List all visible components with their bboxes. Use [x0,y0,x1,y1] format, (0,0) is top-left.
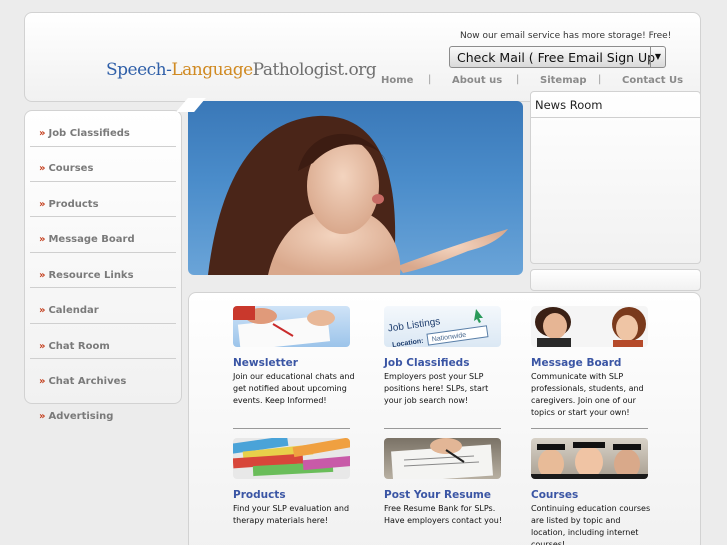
feature-divider [531,428,648,429]
nav-home-link[interactable]: Home [381,75,413,86]
bullet-icon: » [39,199,46,210]
email-select-value: Check Mail ( Free Email Sign Up [457,50,656,65]
sidebar-item-resource-links[interactable]: » Resource Links [39,270,134,281]
news-room-footer-panel [530,269,701,291]
sidebar-item-label: Job Classifieds [48,128,130,139]
job-classifieds-title-link[interactable]: Job Classifieds [384,357,469,369]
job-listings-image[interactable]: Job Listings Location: Nationwide [384,306,501,347]
job-listings-illustration: Job Listings Location: Nationwide [387,309,489,347]
sidebar-item-label: Courses [48,163,94,174]
sidebar-divider [30,287,176,288]
bullet-icon: » [39,341,46,352]
job-listings-location-label: Location: [392,338,424,347]
sidebar-divider [30,146,176,147]
logo-part-speech: Speech- [106,60,172,80]
sidebar-item-label: Message Board [48,234,135,245]
hero-woman-illustration [208,115,508,275]
sidebar-divider [30,358,176,359]
newsletter-title-link[interactable]: Newsletter [233,357,298,369]
bullet-icon: » [39,163,46,174]
news-room-title: News Room [535,98,603,112]
sidebar-item-label: Advertising [48,411,114,422]
hero-image [188,101,523,275]
newsletter-image[interactable] [233,306,350,347]
email-promo-text: Now our email service has more storage! … [460,31,672,41]
sidebar-item-label: Resource Links [48,270,134,281]
products-description: Find your SLP evaluation and therapy mat… [233,504,350,525]
sidebar-divider [30,252,176,253]
products-image[interactable] [233,438,350,479]
feature-divider [384,428,501,429]
message-board-title-link[interactable]: Message Board [531,357,621,369]
nav-about-link[interactable]: About us [452,75,502,86]
sidebar-item-job-classifieds[interactable]: » Job Classifieds [39,128,130,139]
sidebar-item-chat-room[interactable]: » Chat Room [39,341,110,352]
courses-illustration [531,442,648,479]
job-classifieds-description: Employers post your SLP positions here! … [384,372,489,405]
sidebar-item-label: Chat Room [48,341,110,352]
bullet-icon: » [39,270,46,281]
bullet-icon: » [39,376,46,387]
sidebar-divider [30,323,176,324]
bullet-icon: » [39,128,46,139]
courses-image[interactable] [531,438,648,479]
message-board-description: Communicate with SLP professionals, stud… [531,372,644,417]
bullet-icon: » [39,305,46,316]
nav-sitemap-link[interactable]: Sitemap [540,75,587,86]
newsletter-description: Join our educational chats and get notif… [233,372,355,405]
message-board-image[interactable] [531,306,648,347]
courses-title-link[interactable]: Courses [531,489,578,501]
news-room-divider [531,117,700,118]
sidebar-item-label: Chat Archives [48,376,127,387]
sidebar-item-label: Calendar [48,305,99,316]
sidebar-item-products[interactable]: » Products [39,199,99,210]
email-select[interactable]: Check Mail ( Free Email Sign Up ▼ [449,46,666,68]
post-resume-title-link[interactable]: Post Your Resume [384,489,491,501]
message-board-illustration [535,307,646,347]
bullet-icon: » [39,411,46,422]
newsletter-illustration [233,306,335,347]
chevron-down-icon[interactable]: ▼ [650,47,665,67]
products-illustration [233,438,350,477]
sidebar-item-message-board[interactable]: » Message Board [39,234,135,245]
job-listings-heading: Job Listings [387,316,441,334]
resume-illustration [391,438,493,479]
bullet-icon: » [39,234,46,245]
nav-separator: | [598,74,602,85]
nav-separator: | [516,74,520,85]
courses-description: Continuing education courses are listed … [531,504,651,545]
logo-part-pathologist: Pathologist.org [252,60,377,80]
feature-divider [233,428,350,429]
sidebar-item-chat-archives[interactable]: » Chat Archives [39,376,126,387]
nav-separator: | [428,74,432,85]
sidebar-item-calendar[interactable]: » Calendar [39,305,99,316]
sidebar-item-advertising[interactable]: » Advertising [39,411,113,422]
post-resume-description: Free Resume Bank for SLPs. Have employer… [384,504,503,525]
products-title-link[interactable]: Products [233,489,286,501]
header-panel: Speech-LanguagePathologist.org Now our e… [24,12,701,102]
site-logo[interactable]: Speech-LanguagePathologist.org [106,60,377,80]
sidebar-divider [30,181,176,182]
news-room-panel: News Room [530,91,701,264]
sidebar-panel [24,110,182,404]
sidebar-divider [30,216,176,217]
resume-image[interactable] [384,438,501,479]
nav-contact-link[interactable]: Contact Us [622,75,683,86]
sidebar-item-label: Products [48,199,99,210]
sidebar-item-courses[interactable]: » Courses [39,163,93,174]
logo-part-language: Language [171,60,253,80]
